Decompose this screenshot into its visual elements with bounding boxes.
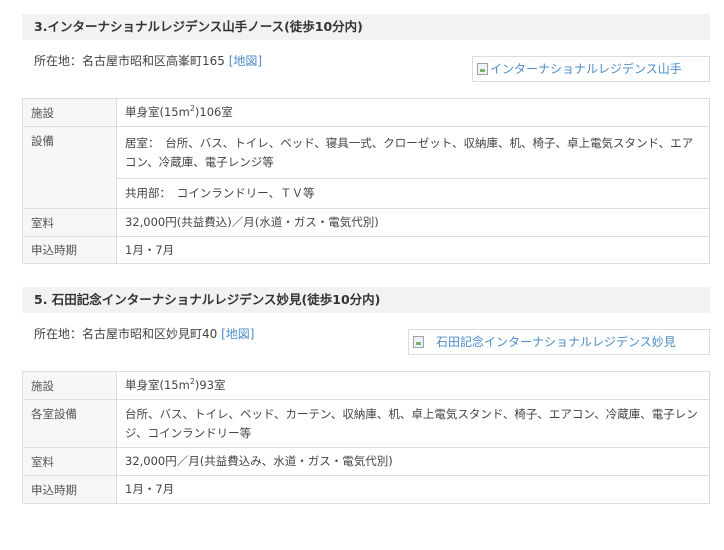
residence-section-myoken: 5. 石田記念インターナショナルレジデンス妙見(徒歩10分内) 所在地：名古屋市… — [22, 287, 710, 504]
table-row: 室料 32,000円(共益費込)／月(水道・ガス・電気代別) — [22, 208, 710, 237]
application-value: 1月・7月 — [116, 475, 710, 504]
broken-image-icon — [477, 63, 488, 75]
facility-value-suffix: )93室 — [194, 378, 226, 392]
info-table: 施設 単身室(15m2)106室 設備 居室： 台所、バス、トイレ、ベッド、寝具… — [22, 98, 710, 264]
address-text: 所在地：名古屋市昭和区高峯町165 — [34, 54, 225, 68]
row-label: 設備 — [22, 126, 117, 209]
rent-value: 32,000円／月(共益費込み、水道・ガス・電気代別) — [116, 447, 710, 476]
image-alt-text: インターナショナルレジデンス山手 — [490, 62, 682, 76]
table-row: 各室設備 台所、バス、トイレ、ベッド、カーテン、収納庫、机、卓上電気スタンド、椅… — [22, 399, 710, 448]
residence-image[interactable]: インターナショナルレジデンス山手 — [472, 56, 710, 82]
facility-value-text: 単身室(15m — [125, 378, 190, 392]
residence-section-yamate: 3.インターナショナルレジデンス山手ノース(徒歩10分内) 所在地：名古屋市昭和… — [22, 14, 710, 264]
section-title: 3.インターナショナルレジデンス山手ノース(徒歩10分内) — [22, 14, 710, 40]
row-label: 各室設備 — [22, 399, 117, 448]
facility-value: 単身室(15m2)106室 — [116, 98, 710, 127]
address-row: 所在地：名古屋市昭和区妙見町40 [地図] 石田記念インターナショナルレジデンス… — [22, 313, 710, 371]
address: 所在地：名古屋市昭和区高峯町165 [地図] — [34, 52, 262, 69]
info-table: 施設 単身室(15m2)93室 各室設備 台所、バス、トイレ、ベッド、カーテン、… — [22, 371, 710, 504]
equipment-value: 台所、バス、トイレ、ベッド、カーテン、収納庫、机、卓上電気スタンド、椅子、エアコ… — [116, 399, 710, 448]
row-label: 施設 — [22, 371, 117, 400]
table-row: 施設 単身室(15m2)106室 — [22, 98, 710, 127]
table-row: 室料 32,000円／月(共益費込み、水道・ガス・電気代別) — [22, 447, 710, 476]
broken-image-icon — [413, 336, 424, 348]
equipment-room-value: 居室： 台所、バス、トイレ、ベッド、寝具一式、クローゼット、収納庫、机、椅子、卓… — [116, 126, 710, 179]
table-row: 施設 単身室(15m2)93室 — [22, 371, 710, 400]
facility-value-text: 単身室(15m — [125, 105, 190, 119]
row-label: 室料 — [22, 447, 117, 476]
table-row: 申込時期 1月・7月 — [22, 475, 710, 504]
table-row: 共用部： コインランドリー、ＴＶ等 — [23, 178, 710, 209]
row-label: 申込時期 — [22, 236, 117, 264]
address-row: 所在地：名古屋市昭和区高峯町165 [地図] インターナショナルレジデンス山手 — [22, 40, 710, 98]
rent-value: 32,000円(共益費込)／月(水道・ガス・電気代別) — [116, 208, 710, 237]
address: 所在地：名古屋市昭和区妙見町40 [地図] — [34, 325, 254, 342]
facility-value: 単身室(15m2)93室 — [116, 371, 710, 400]
row-label: 申込時期 — [22, 475, 117, 504]
facility-value-suffix: )106室 — [194, 105, 233, 119]
map-link[interactable]: [地図] — [221, 327, 254, 341]
row-label: 室料 — [22, 208, 117, 237]
image-alt-text: 石田記念インターナショナルレジデンス妙見 — [436, 335, 676, 349]
equipment-common-value: 共用部： コインランドリー、ＴＶ等 — [116, 178, 710, 209]
table-row: 設備 居室： 台所、バス、トイレ、ベッド、寝具一式、クローゼット、収納庫、机、椅… — [22, 126, 710, 209]
residence-image[interactable]: 石田記念インターナショナルレジデンス妙見 — [408, 329, 710, 355]
row-label: 施設 — [22, 98, 117, 127]
application-value: 1月・7月 — [116, 236, 710, 264]
section-title: 5. 石田記念インターナショナルレジデンス妙見(徒歩10分内) — [22, 287, 710, 313]
page: 3.インターナショナルレジデンス山手ノース(徒歩10分内) 所在地：名古屋市昭和… — [0, 0, 724, 550]
map-link[interactable]: [地図] — [229, 54, 262, 68]
address-text: 所在地：名古屋市昭和区妙見町40 — [34, 327, 218, 341]
table-row: 申込時期 1月・7月 — [22, 236, 710, 264]
